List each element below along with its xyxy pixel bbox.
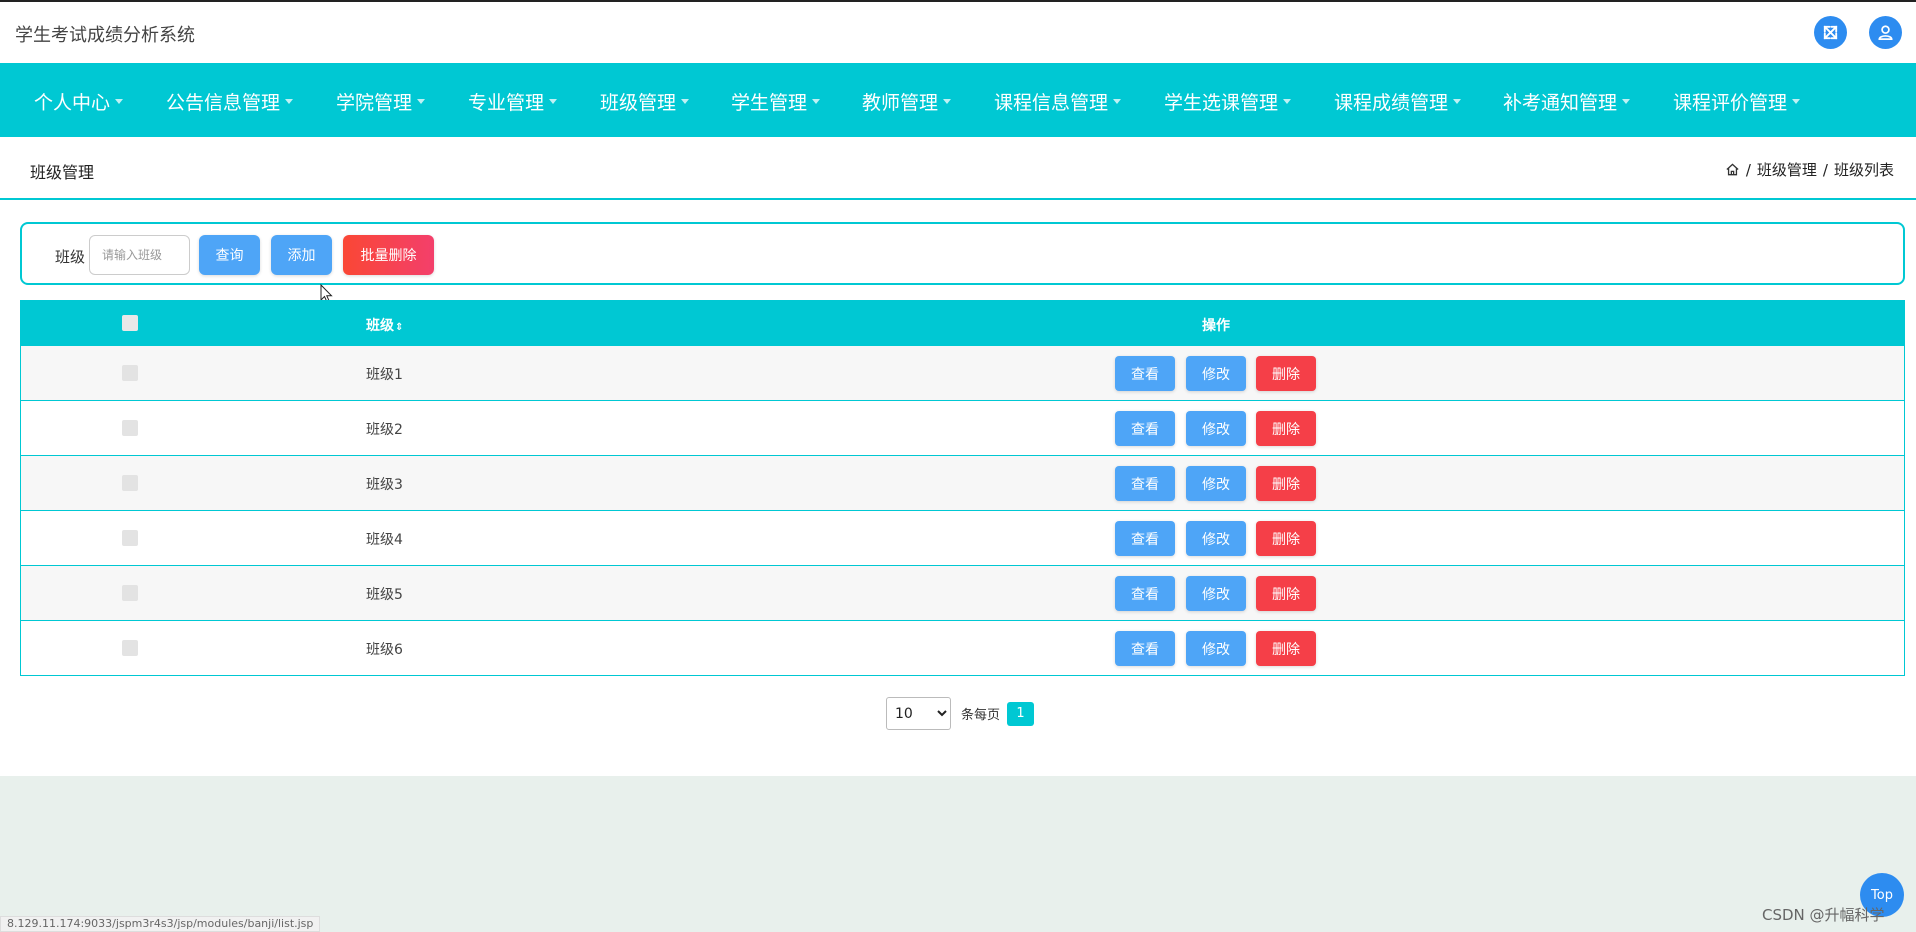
class-name-cell: 班级4 [366,532,403,548]
chevron-down-icon [812,99,821,104]
app-title: 学生考试成绩分析系统 [15,25,195,46]
row-checkbox[interactable] [122,530,138,546]
delete-button[interactable]: 删除 [1256,521,1316,556]
add-button[interactable]: 添加 [271,235,332,275]
edit-button[interactable]: 修改 [1186,356,1246,391]
chevron-down-icon [285,99,294,104]
per-page-label: 条每页 [961,708,1001,723]
nav-item-course-score-management[interactable]: 课程成绩管理 [1334,88,1462,115]
edit-button[interactable]: 修改 [1186,521,1246,556]
view-button[interactable]: 查看 [1115,466,1175,501]
user-icon[interactable] [1869,16,1902,49]
query-button[interactable]: 查询 [199,235,260,275]
column-header-operations: 操作 [1202,318,1230,334]
nav-item-makeup-exam-management[interactable]: 补考通知管理 [1503,88,1631,115]
table-row: 班级2 查看 修改 删除 [21,400,1904,455]
table-row: 班级5 查看 修改 删除 [21,565,1904,620]
table-row: 班级4 查看 修改 删除 [21,510,1904,565]
view-button[interactable]: 查看 [1115,356,1175,391]
row-checkbox[interactable] [122,475,138,491]
breadcrumb-item-class-management[interactable]: 班级管理 [1757,159,1817,180]
nav-item-notice-management[interactable]: 公告信息管理 [166,88,294,115]
class-name-cell: 班级1 [366,367,403,383]
select-all-checkbox[interactable] [122,315,138,331]
class-search-input[interactable] [89,235,190,275]
home-icon[interactable] [1725,162,1740,177]
nav-item-course-selection-management[interactable]: 学生选课管理 [1164,88,1292,115]
column-header-class[interactable]: 班级⇕ [366,315,403,335]
class-name-cell: 班级2 [366,422,403,438]
sort-icon[interactable]: ⇕ [395,322,403,333]
chevron-down-icon [943,99,952,104]
footer-area [0,776,1916,932]
chevron-down-icon [1283,99,1292,104]
chevron-down-icon [1792,99,1801,104]
page-number-current[interactable]: 1 [1007,701,1035,726]
table-row: 班级3 查看 修改 删除 [21,455,1904,510]
table-header: 班级⇕ 操作 [21,301,1904,345]
top-bar: 学生考试成绩分析系统 [0,0,1916,63]
nav-item-personal-center[interactable]: 个人中心 [34,88,124,115]
nav-item-college-management[interactable]: 学院管理 [336,88,426,115]
nav-item-class-management[interactable]: 班级管理 [600,88,690,115]
breadcrumb-separator: / [1822,160,1828,179]
class-name-cell: 班级3 [366,477,403,493]
delete-button[interactable]: 删除 [1256,411,1316,446]
nav-item-student-management[interactable]: 学生管理 [731,88,821,115]
page-size-select[interactable]: 10 [886,697,951,730]
pagination: 10 条每页 1 [886,697,1035,730]
chevron-down-icon [549,99,558,104]
watermark-text: CSDN @升幅科学 [1762,906,1885,924]
chevron-down-icon [1453,99,1462,104]
row-checkbox[interactable] [122,585,138,601]
main-nav: 个人中心 公告信息管理 学院管理 专业管理 班级管理 学生管理 教师管理 课程信… [0,63,1916,137]
delete-button[interactable]: 删除 [1256,631,1316,666]
search-panel: 班级 查询 添加 批量删除 [20,222,1905,285]
nav-item-course-evaluation-management[interactable]: 课程评价管理 [1673,88,1801,115]
edit-button[interactable]: 修改 [1186,576,1246,611]
row-checkbox[interactable] [122,420,138,436]
nav-item-major-management[interactable]: 专业管理 [468,88,558,115]
expand-icon[interactable] [1814,16,1847,49]
edit-button[interactable]: 修改 [1186,411,1246,446]
search-label: 班级 [55,248,86,266]
breadcrumb: / 班级管理 / 班级列表 [1725,159,1894,180]
edit-button[interactable]: 修改 [1186,631,1246,666]
view-button[interactable]: 查看 [1115,411,1175,446]
chevron-down-icon [417,99,426,104]
nav-item-teacher-management[interactable]: 教师管理 [862,88,952,115]
class-name-cell: 班级5 [366,587,403,603]
batch-delete-button[interactable]: 批量删除 [343,235,434,275]
delete-button[interactable]: 删除 [1256,466,1316,501]
delete-button[interactable]: 删除 [1256,576,1316,611]
page-title: 班级管理 [30,163,95,182]
class-table: 班级⇕ 操作 班级1 查看 修改 删除 班级2 查看 修改 删除 班级3 查看 … [20,300,1905,676]
status-bar-url: 8.129.11.174:9033/jspm3r4s3/jsp/modules/… [0,916,321,932]
row-checkbox[interactable] [122,640,138,656]
chevron-down-icon [115,99,124,104]
row-checkbox[interactable] [122,365,138,381]
class-name-cell: 班级6 [366,642,403,658]
chevron-down-icon [1622,99,1631,104]
delete-button[interactable]: 删除 [1256,356,1316,391]
view-button[interactable]: 查看 [1115,631,1175,666]
breadcrumb-item-class-list: 班级列表 [1833,161,1894,179]
table-row: 班级1 查看 修改 删除 [21,345,1904,400]
view-button[interactable]: 查看 [1115,576,1175,611]
view-button[interactable]: 查看 [1115,521,1175,556]
breadcrumb-separator: / [1745,160,1751,179]
edit-button[interactable]: 修改 [1186,466,1246,501]
chevron-down-icon [681,99,690,104]
table-row: 班级6 查看 修改 删除 [21,620,1904,675]
breadcrumb-bar: 班级管理 / 班级管理 / 班级列表 [0,137,1916,200]
chevron-down-icon [1113,99,1122,104]
nav-item-course-info-management[interactable]: 课程信息管理 [994,88,1122,115]
